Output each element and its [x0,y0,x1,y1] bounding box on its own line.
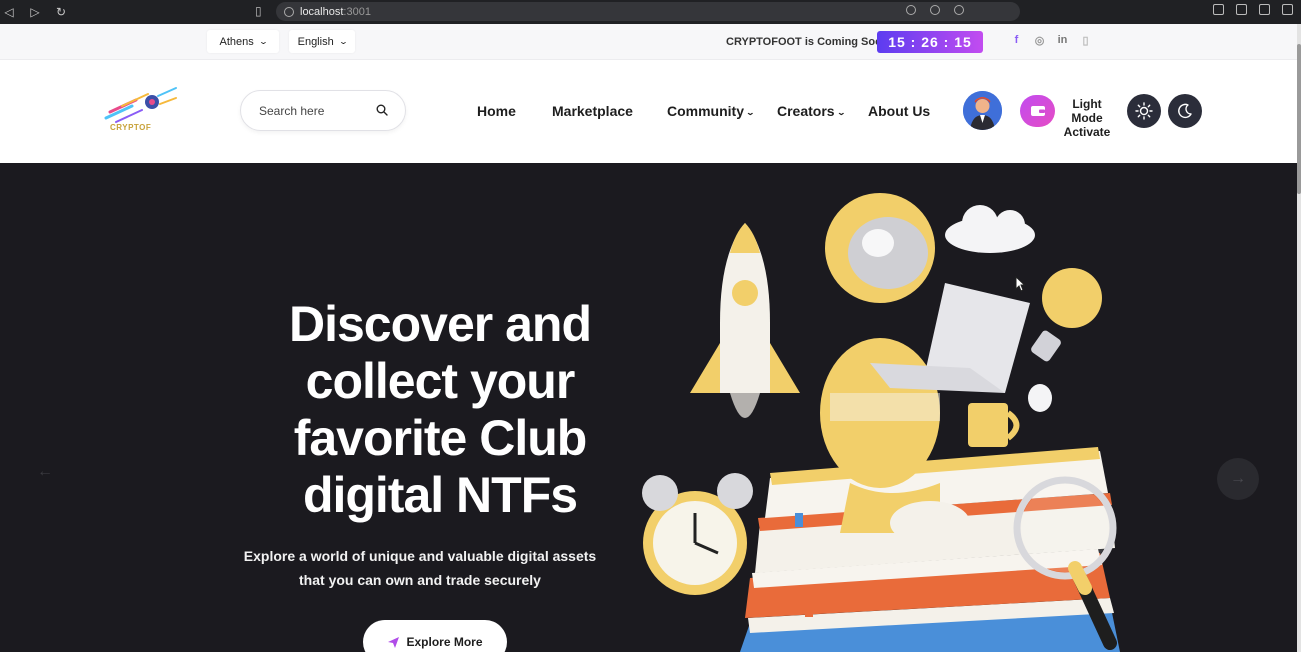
forward-icon[interactable]: ▷ [28,5,42,19]
logo-text: CRYPTOF [110,123,152,132]
sidebar-icon[interactable] [1259,4,1270,15]
puzzle-icon[interactable] [1236,4,1247,15]
nav-home[interactable]: Home [477,103,516,119]
carousel-next-button[interactable]: → [1217,458,1259,500]
hero-title-line: collect your [305,353,576,409]
cloud-illustration [945,205,1035,253]
nav-marketplace[interactable]: Marketplace [552,103,633,119]
browser-toolbar [1213,4,1293,15]
reload-icon[interactable]: ↻ [54,5,68,19]
nav-home-label: Home [477,103,516,119]
city-select[interactable]: Athens ⌄ [207,30,279,53]
browser-chrome: ◁ ▷ ↻ ▯ localhost:3001 [0,0,1301,24]
light-mode-line1: Light Mode [1071,97,1103,125]
hero-illustration [642,193,1120,652]
rocket-illustration [690,223,800,418]
back-icon[interactable]: ◁ [2,5,16,19]
social-links: f ◎ in ▯ [1011,34,1091,47]
instagram-icon[interactable]: ◎ [1034,34,1045,47]
mouse-cursor-icon [1015,276,1025,292]
top-utility-bar: Athens ⌄ English ⌄ CRYPTOFOOT is Coming … [0,24,1301,60]
explore-more-button[interactable]: Explore More [363,620,507,652]
share-icon[interactable] [954,5,964,15]
linkedin-icon[interactable]: in [1057,34,1068,47]
page-scrollbar[interactable] [1297,24,1301,652]
scrollbar-thumb[interactable] [1297,44,1301,194]
site-header: CRYPTOF Home Marketplace Community ⌄ Cre… [0,60,1297,163]
light-theme-button[interactable] [1127,94,1161,128]
chevron-down-icon: ⌄ [836,107,846,117]
light-mode-line2: Activate [1063,125,1111,139]
moon-icon [1178,103,1192,119]
chevron-down-icon: ⌄ [338,37,349,46]
wallet-ext-icon[interactable] [1282,4,1293,15]
zoom-icon[interactable] [930,5,940,15]
avatar-image [963,91,1002,130]
light-mode-label: Light Mode Activate [1056,97,1118,139]
search-input[interactable] [259,103,369,118]
url-host: localhost [300,5,344,18]
bookmark-icon[interactable]: ▯ [255,4,262,18]
search-icon[interactable] [376,104,388,116]
arrow-left-icon: ← [37,463,53,480]
coming-soon-text: CRYPTOFOOT is Coming Soon [726,36,889,48]
key-icon[interactable] [906,5,916,15]
dark-theme-button[interactable] [1168,94,1202,128]
browser-nav: ◁ ▷ ↻ [0,5,68,19]
chevron-down-icon: ⌄ [258,37,269,46]
carousel-prev-button[interactable]: ← [32,459,58,485]
hero-title: Discover and collect your favorite Club … [250,296,630,524]
arrow-right-icon: → [1230,470,1246,487]
alarm-clock-illustration [642,473,753,595]
site-info-icon[interactable] [284,6,294,17]
extension-icon[interactable] [1213,4,1224,15]
explore-more-label: Explore More [406,635,483,649]
nav-community-label: Community [667,103,744,119]
nav-about-us[interactable]: About Us [868,103,930,119]
nav-creators[interactable]: Creators ⌄ [777,103,846,119]
chevron-down-icon: ⌄ [745,107,756,117]
search-box[interactable] [240,90,406,131]
hero-subtitle-line: that you can own and trade securely [299,572,541,588]
hero-title-line: digital NTFs [302,467,578,523]
user-avatar[interactable] [963,91,1002,130]
url-port: :3001 [343,5,371,18]
paper-plane-icon [388,636,400,648]
social-extra-icon[interactable]: ▯ [1080,34,1091,47]
language-select-value: English [297,35,334,48]
mug-illustration [968,403,1020,447]
lightbulb-illustration [1031,268,1102,362]
sun-icon [1135,102,1153,120]
hero-title-line: Discover and [288,296,592,352]
wallet-icon [1030,106,1045,116]
address-bar-tools [906,5,964,15]
language-select[interactable]: English ⌄ [289,30,355,53]
wallet-button[interactable] [1020,95,1055,127]
speech-bubble-illustration [1028,384,1052,412]
hero-subtitle: Explore a world of unique and valuable d… [230,544,610,592]
hero-title-line: favorite Club [293,410,588,466]
nav-about-us-label: About Us [868,103,931,119]
hero-subtitle-line: Explore a world of unique and valuable d… [243,548,597,564]
facebook-icon[interactable]: f [1011,34,1022,47]
hero-section: Discover and collect your favorite Club … [0,163,1297,652]
nav-creators-label: Creators [777,103,835,119]
nav-marketplace-label: Marketplace [552,103,633,119]
city-select-value: Athens [219,35,254,48]
countdown-timer: 15 : 26 : 15 [877,31,983,53]
nav-community[interactable]: Community ⌄ [667,103,756,119]
